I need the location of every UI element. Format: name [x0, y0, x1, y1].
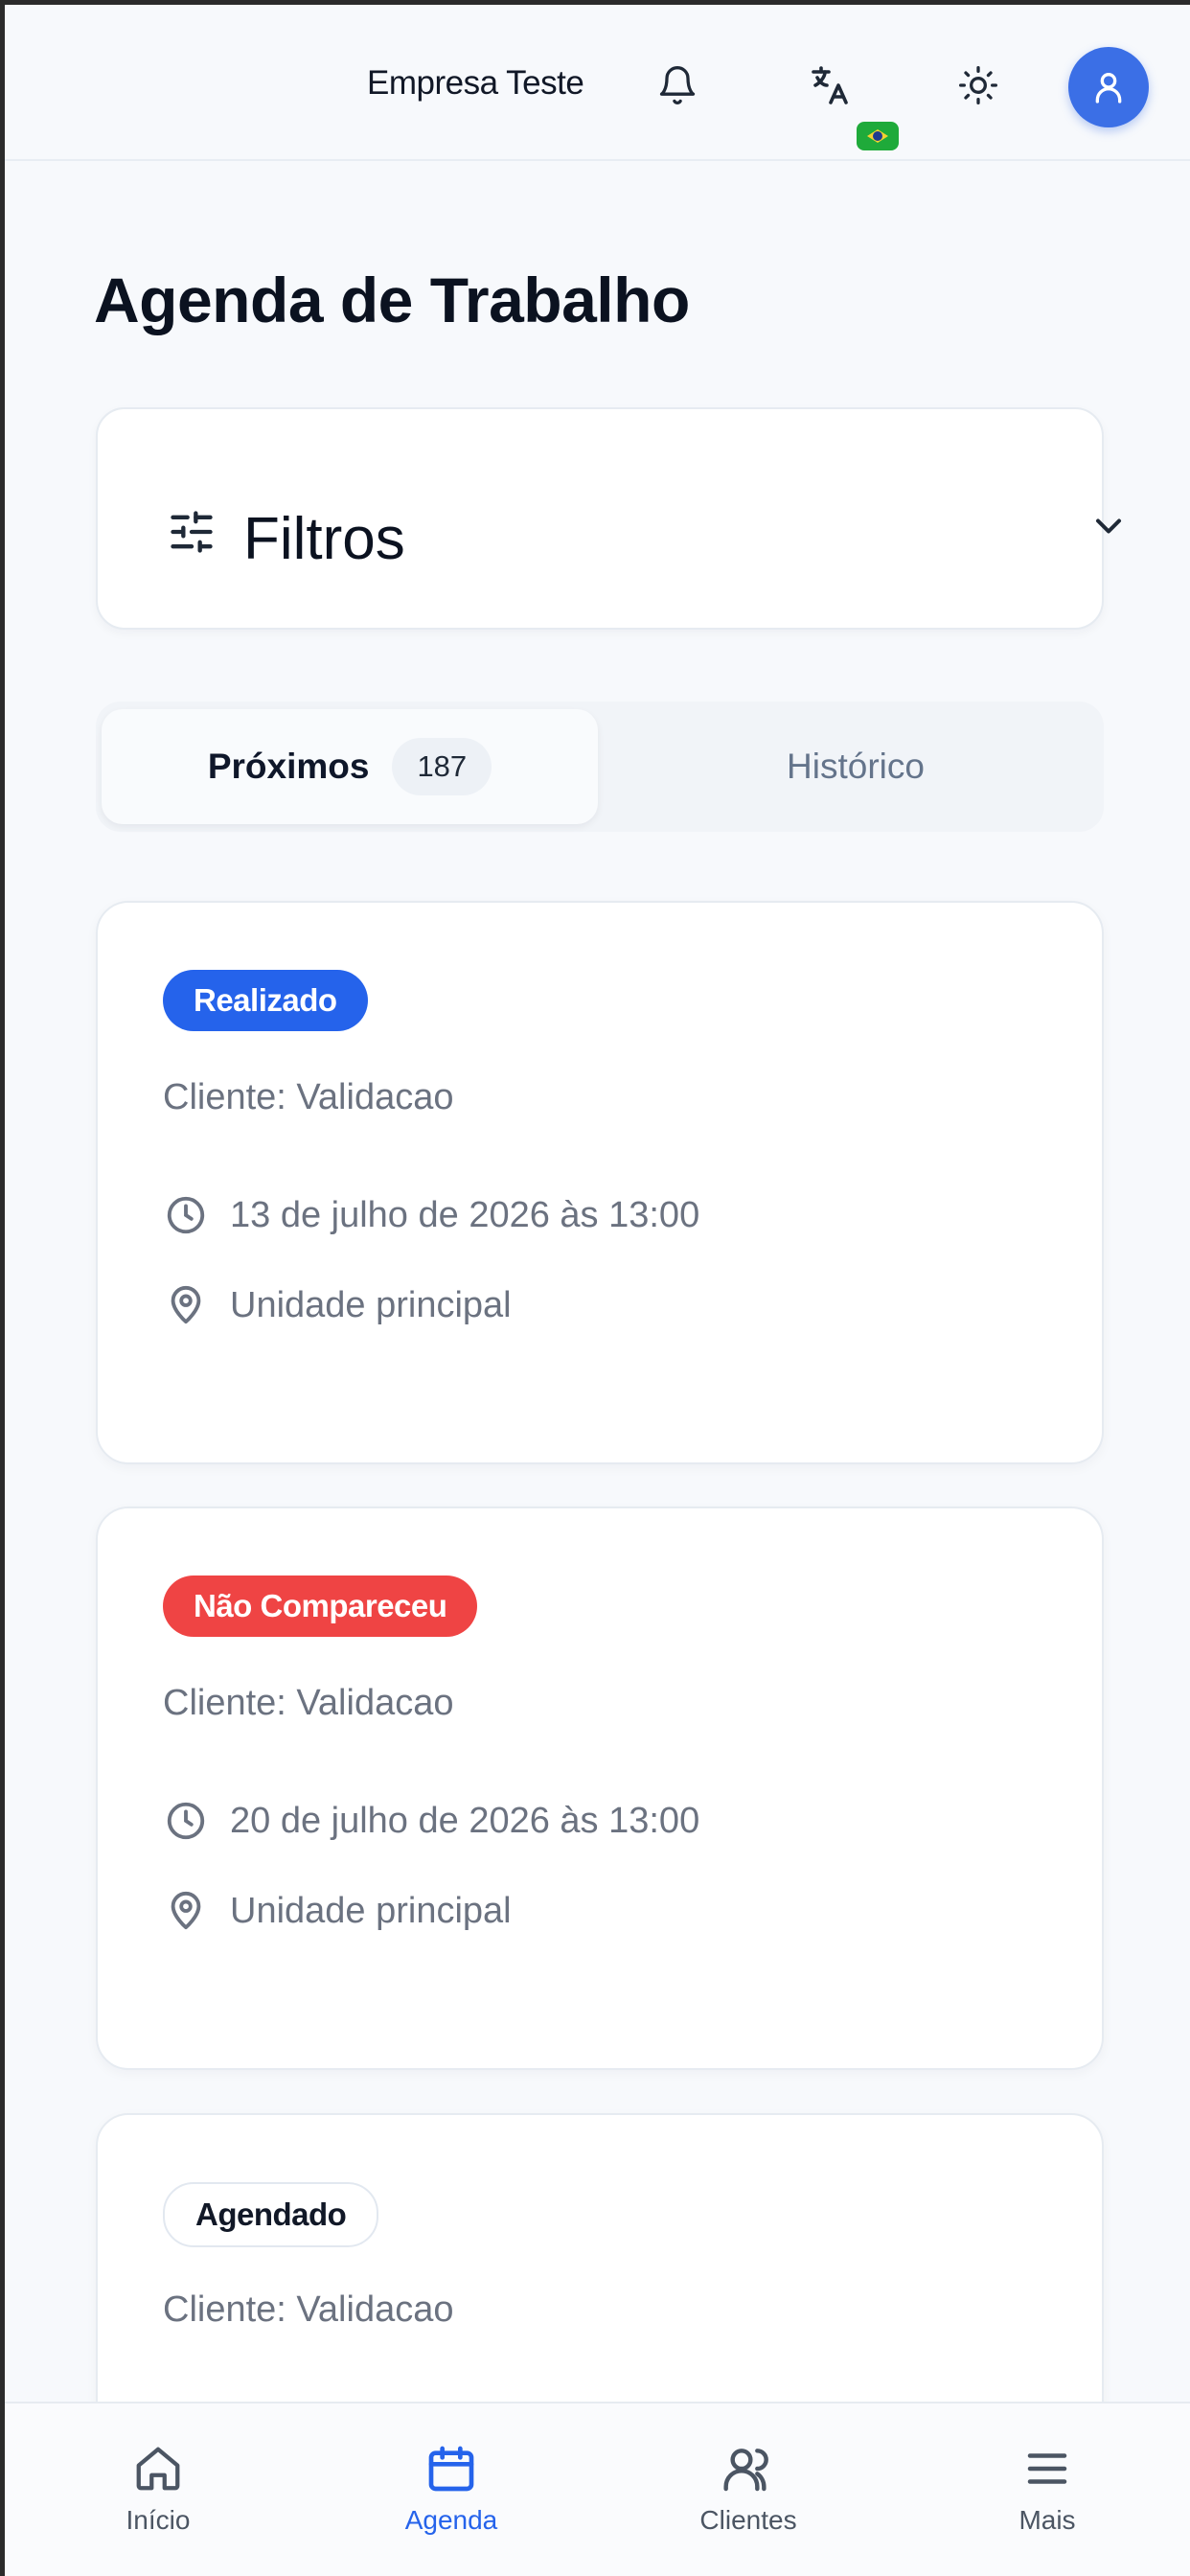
appointment-location: Unidade principal	[230, 1284, 512, 1325]
map-pin-icon	[171, 1891, 201, 1930]
filters-label: Filtros	[243, 506, 405, 572]
home-icon	[136, 2447, 180, 2491]
brazil-flag-icon	[857, 122, 899, 150]
appointment-datetime-row: 13 de julho de 2026 às 13:00	[163, 1192, 699, 1238]
status-badge: Realizado	[163, 970, 368, 1031]
appointment-card[interactable]: Não Compareceu Cliente: Validacao 20 de …	[96, 1506, 1104, 2070]
status-badge: Agendado	[163, 2182, 379, 2247]
user-icon	[1095, 73, 1122, 104]
appointment-client: Cliente: Validacao	[163, 1683, 454, 1723]
nav-label: Mais	[1018, 2505, 1076, 2535]
upcoming-count-badge: 187	[392, 738, 492, 795]
language-button[interactable]	[802, 57, 859, 114]
window-frame-left	[0, 0, 5, 2576]
company-name[interactable]: Empresa Teste	[367, 64, 584, 103]
bell-icon	[659, 66, 696, 104]
bottom-navigation: Início Agenda Clientes Mais	[5, 2402, 1190, 2576]
sun-icon	[959, 66, 997, 104]
users-icon	[723, 2449, 768, 2492]
agenda-tabs: Próximos 187 Histórico	[96, 702, 1104, 832]
tab-upcoming[interactable]: Próximos 187	[102, 709, 598, 824]
filters-expand-button[interactable]	[1080, 497, 1137, 555]
nav-item-mais[interactable]: Mais	[961, 2438, 1133, 2536]
appointment-client: Cliente: Validacao	[163, 1077, 454, 1117]
appointment-card[interactable]: Realizado Cliente: Validacao 13 de julho…	[96, 901, 1104, 1464]
clock-icon	[167, 1196, 205, 1234]
tab-history[interactable]: Histórico	[613, 709, 1098, 824]
nav-item-clientes[interactable]: Clientes	[662, 2438, 835, 2536]
translate-icon	[812, 66, 848, 104]
nav-label: Início	[126, 2505, 191, 2535]
calendar-icon	[428, 2446, 474, 2492]
chevron-down-icon	[1095, 518, 1122, 534]
appointment-location-row: Unidade principal	[163, 1888, 512, 1934]
sliders-icon	[171, 511, 213, 553]
clock-icon	[167, 1802, 205, 1840]
menu-icon	[1027, 2453, 1067, 2484]
status-badge: Não Compareceu	[163, 1576, 478, 1637]
appointment-datetime-row: 20 de julho de 2026 às 13:00	[163, 1798, 699, 1844]
appointment-datetime: 13 de julho de 2026 às 13:00	[230, 1194, 700, 1235]
appointment-datetime: 20 de julho de 2026 às 13:00	[230, 1800, 700, 1841]
filters-panel-toggle[interactable]: Filtros	[96, 407, 1122, 630]
map-pin-icon	[171, 1285, 201, 1324]
theme-toggle-button[interactable]	[950, 57, 1007, 114]
appointment-location: Unidade principal	[230, 1890, 512, 1931]
notifications-button[interactable]	[649, 57, 706, 114]
nav-label: Clientes	[699, 2505, 797, 2535]
user-avatar-button[interactable]	[1068, 47, 1149, 127]
appointment-location-row: Unidade principal	[163, 1282, 512, 1328]
nav-label: Agenda	[404, 2505, 498, 2535]
nav-item-agenda[interactable]: Agenda	[365, 2438, 538, 2536]
tab-upcoming-label: Próximos	[207, 747, 370, 786]
app-header: Empresa Teste	[5, 5, 1190, 161]
appointment-client: Cliente: Validacao	[163, 2289, 454, 2330]
nav-item-inicio[interactable]: Início	[72, 2438, 244, 2536]
page-title: Agenda de Trabalho	[94, 264, 690, 335]
tab-history-label: Histórico	[787, 747, 925, 786]
